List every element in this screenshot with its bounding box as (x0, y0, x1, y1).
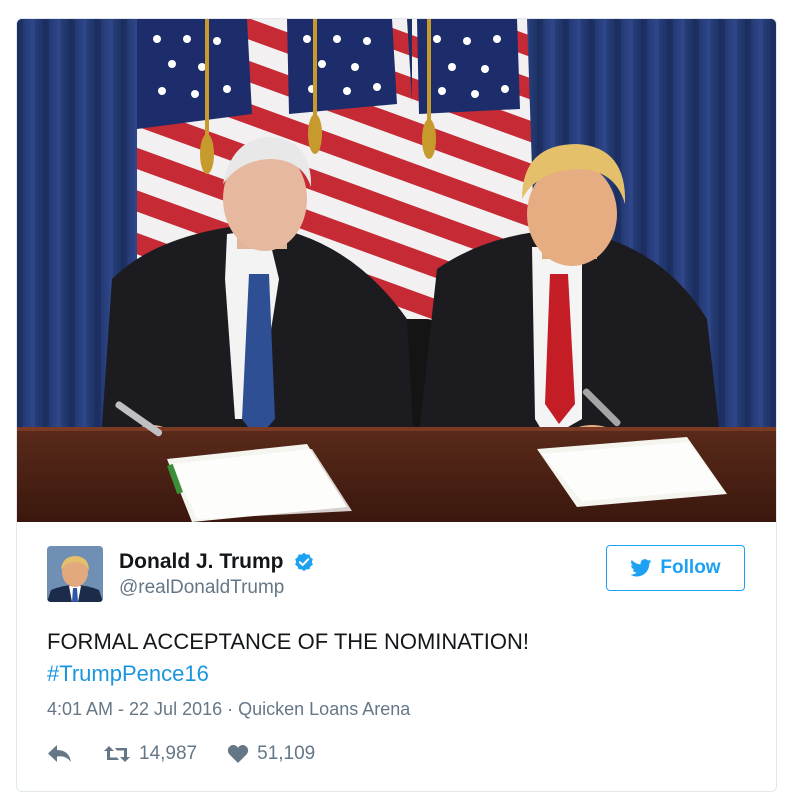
display-name[interactable]: Donald J. Trump (119, 550, 284, 574)
tweet-photo[interactable] (17, 19, 776, 522)
hashtag-link[interactable]: #TrumpPence16 (47, 658, 529, 690)
like-count: 51,109 (257, 743, 316, 764)
heart-icon (227, 744, 249, 763)
avatar[interactable] (47, 546, 103, 602)
tweet-text: FORMAL ACCEPTANCE OF THE NOMINATION! #Tr… (47, 626, 529, 690)
follow-button[interactable]: Follow (606, 545, 745, 591)
retweet-icon (104, 746, 130, 762)
twitter-bird-icon (630, 559, 652, 577)
tweet-meta: 4:01 AM - 22 Jul 2016 · Quicken Loans Ar… (47, 699, 410, 720)
retweet-count: 14,987 (139, 743, 198, 764)
follow-button-label: Follow (660, 557, 721, 578)
reply-button[interactable] (47, 744, 73, 764)
timestamp-link[interactable]: 4:01 AM - 22 Jul 2016 (47, 699, 222, 719)
tweet-body: FORMAL ACCEPTANCE OF THE NOMINATION! (47, 629, 530, 654)
retweet-button[interactable]: 14,987 (103, 743, 197, 765)
location-link[interactable]: Quicken Loans Arena (238, 699, 410, 719)
tweet-card: Donald J. Trump @realDonaldTrump Follow … (16, 18, 777, 792)
user-names: Donald J. Trump @realDonaldTrump (119, 550, 314, 599)
screen-name[interactable]: @realDonaldTrump (119, 577, 314, 599)
verified-badge-icon (294, 552, 314, 572)
photo-illustration (17, 19, 776, 522)
tweet-actions: 14,987 51,109 (47, 739, 315, 769)
avatar-image (47, 546, 103, 602)
reply-icon (48, 745, 71, 762)
like-button[interactable]: 51,109 (227, 743, 315, 765)
meta-separator: · (227, 699, 239, 719)
